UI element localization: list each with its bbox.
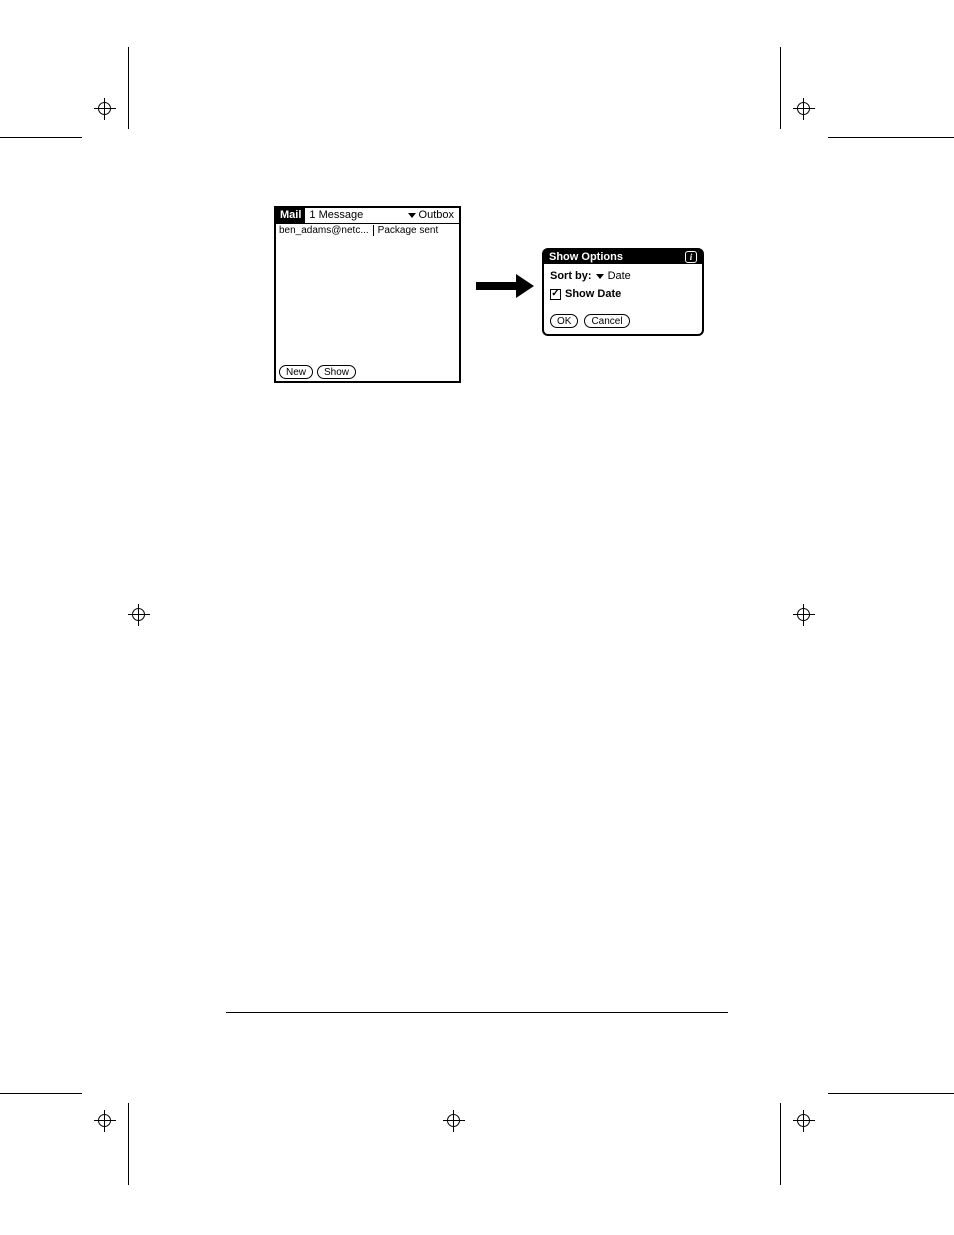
show-date-row: ✓ Show Date [550, 288, 696, 300]
registration-mark [94, 98, 116, 120]
crop-line [780, 47, 781, 129]
mail-footer: New Show [279, 365, 356, 379]
registration-mark [94, 1110, 116, 1132]
ok-button[interactable]: OK [550, 314, 578, 328]
show-options-dialog: Show Options i Sort by: Date ✓ Show Date… [542, 248, 704, 336]
crop-line [128, 47, 129, 129]
crop-line [0, 1093, 82, 1094]
chevron-down-icon [408, 213, 416, 218]
show-button[interactable]: Show [317, 365, 356, 379]
message-subject: Package sent [378, 225, 439, 236]
new-button[interactable]: New [279, 365, 313, 379]
message-row[interactable]: ben_adams@netc... Package sent [279, 225, 456, 236]
info-icon[interactable]: i [685, 251, 697, 263]
crop-line [128, 1103, 129, 1185]
folder-dropdown[interactable]: Outbox [406, 208, 459, 223]
show-date-label: Show Date [565, 288, 621, 300]
dialog-title: Show Options [549, 251, 623, 263]
dialog-titlebar: Show Options i [544, 250, 702, 264]
cancel-button[interactable]: Cancel [584, 314, 629, 328]
registration-mark [128, 604, 150, 626]
registration-mark [793, 604, 815, 626]
registration-mark [443, 1110, 465, 1132]
mail-window: Mail 1 Message Outbox ben_adams@netc... … [274, 206, 461, 383]
message-count: 1 Message [305, 208, 405, 223]
crop-line [828, 137, 954, 138]
crop-line [780, 1103, 781, 1185]
crop-line [828, 1093, 954, 1094]
dialog-buttons: OK Cancel [544, 314, 702, 334]
chevron-down-icon [596, 274, 604, 279]
sort-by-label: Sort by: [550, 270, 592, 282]
message-from: ben_adams@netc... [279, 225, 369, 236]
sort-by-row: Sort by: Date [550, 270, 696, 282]
page-divider [226, 1012, 728, 1013]
column-separator [373, 225, 374, 236]
app-title: Mail [276, 208, 305, 223]
arrow-icon [476, 274, 536, 298]
show-date-checkbox[interactable]: ✓ [550, 289, 561, 300]
sort-by-value[interactable]: Date [608, 270, 631, 282]
mail-header: Mail 1 Message Outbox [276, 208, 459, 224]
registration-mark [793, 1110, 815, 1132]
dialog-body: Sort by: Date ✓ Show Date [544, 264, 702, 310]
crop-line [0, 137, 82, 138]
message-list: ben_adams@netc... Package sent [276, 224, 459, 237]
folder-label: Outbox [419, 208, 454, 223]
registration-mark [793, 98, 815, 120]
